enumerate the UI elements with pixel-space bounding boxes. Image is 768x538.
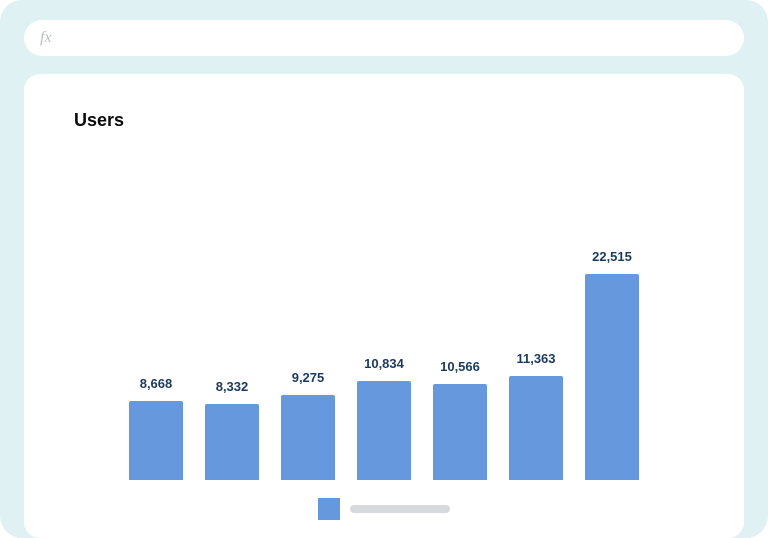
bar-value-label: 8,332 bbox=[216, 379, 249, 394]
bar bbox=[281, 395, 335, 480]
bar-value-label: 22,515 bbox=[592, 249, 632, 264]
bar-value-label: 10,566 bbox=[440, 359, 480, 374]
bar-wrap: 10,566 bbox=[433, 359, 487, 480]
legend-swatch bbox=[318, 498, 340, 520]
fx-icon: fx bbox=[40, 29, 52, 47]
bar-wrap: 8,668 bbox=[129, 376, 183, 480]
bar bbox=[585, 274, 639, 480]
bar-wrap: 9,275 bbox=[281, 370, 335, 480]
chart-card: Users 8,668 8,332 9,275 10,834 10,566 11,363 2… bbox=[24, 74, 744, 538]
bar bbox=[357, 381, 411, 480]
bar bbox=[433, 384, 487, 480]
formula-input[interactable] bbox=[60, 30, 728, 46]
bar-wrap: 10,834 bbox=[357, 356, 411, 480]
bar-value-label: 9,275 bbox=[292, 370, 325, 385]
bar-value-label: 8,668 bbox=[140, 376, 173, 391]
bar bbox=[205, 404, 259, 480]
bar-value-label: 11,363 bbox=[516, 351, 555, 366]
bar-wrap: 11,363 bbox=[509, 351, 563, 480]
bar bbox=[509, 376, 563, 480]
legend-label-placeholder bbox=[350, 505, 450, 513]
formula-bar[interactable]: fx bbox=[24, 20, 744, 56]
bar-wrap: 22,515 bbox=[585, 249, 639, 480]
app-frame: fx Users 8,668 8,332 9,275 10,834 10,566 11,3… bbox=[0, 0, 768, 538]
bar bbox=[129, 401, 183, 480]
bar-wrap: 8,332 bbox=[205, 379, 259, 480]
bar-value-label: 10,834 bbox=[364, 356, 404, 371]
bar-chart: 8,668 8,332 9,275 10,834 10,566 11,363 22,515 bbox=[66, 169, 702, 480]
card-title: Users bbox=[74, 110, 702, 131]
chart-legend bbox=[66, 480, 702, 538]
